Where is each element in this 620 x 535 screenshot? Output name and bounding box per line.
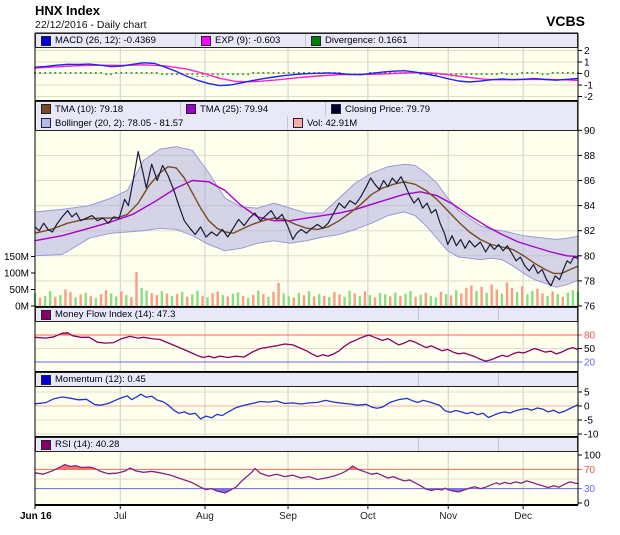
svg-text:2: 2 [584, 46, 590, 57]
svg-text:5: 5 [584, 388, 590, 399]
svg-text:90: 90 [584, 126, 596, 137]
x-axis: Jun 16 Jul Aug Sep Oct Nov Dec [20, 505, 532, 522]
svg-text:-5: -5 [584, 416, 593, 427]
macd-axis: 210-1-2 [578, 46, 593, 103]
rsi-swatch [41, 439, 51, 450]
mfi-axis: 80 50 20 [578, 331, 596, 369]
svg-text:Sep: Sep [279, 511, 297, 522]
svg-text:78: 78 [584, 276, 596, 287]
svg-text:88: 88 [584, 151, 596, 162]
svg-text:82: 82 [584, 226, 596, 237]
divergence-legend-label: Divergence: 0.1661 [325, 35, 408, 46]
svg-text:Jun 16: Jun 16 [20, 511, 52, 522]
mfi-legend-label: Money Flow Index (14): 47.3 [55, 309, 176, 320]
momentum-swatch [41, 374, 51, 385]
svg-text:76: 76 [584, 302, 596, 313]
closing-price-swatch [331, 104, 341, 114]
svg-text:150M: 150M [4, 252, 29, 263]
macd-legend: MACD (26, 12): -0.4369 EXP (9): -0.603 D… [35, 33, 578, 48]
volume-axis: 150M 100M 50M 0M [4, 252, 35, 313]
price-legend: TMA (10): 79.18 TMA (25): 79.94 Closing … [35, 101, 578, 131]
volume-legend-label: Vol: 42.91M [307, 117, 358, 129]
chart-canvas: 210-1-29088868482807876150M100M50M0M8050… [4, 32, 601, 522]
svg-text:100M: 100M [4, 269, 29, 280]
svg-text:0: 0 [584, 69, 590, 80]
svg-text:30: 30 [584, 484, 596, 495]
bollinger-swatch [41, 118, 51, 128]
divergence-swatch [311, 35, 321, 46]
svg-text:Aug: Aug [196, 511, 214, 522]
mfi-swatch [41, 309, 51, 320]
macd-legend-label: MACD (26, 12): -0.4369 [55, 35, 156, 46]
tma25-legend-label: TMA (25): 79.94 [200, 103, 269, 115]
tma10-legend-label: TMA (10): 79.18 [55, 103, 124, 115]
svg-text:0: 0 [584, 402, 590, 413]
price-axis: 90 88 86 84 82 80 78 76 [578, 126, 596, 313]
volume-swatch [293, 118, 303, 128]
svg-text:Nov: Nov [439, 511, 457, 522]
svg-text:Oct: Oct [360, 511, 376, 522]
momentum-legend: Momentum (12): 0.45 [35, 372, 578, 387]
svg-text:80: 80 [584, 331, 596, 342]
mfi-legend: Money Flow Index (14): 47.3 [35, 307, 578, 322]
svg-text:70: 70 [584, 465, 596, 476]
svg-text:-1: -1 [584, 81, 593, 92]
rsi-legend: RSI (14): 40.28 [35, 437, 578, 452]
momentum-axis: 5 0 -5 -10 [578, 388, 599, 441]
svg-text:86: 86 [584, 176, 596, 187]
svg-text:0: 0 [584, 499, 590, 510]
tma10-swatch [41, 104, 51, 114]
svg-text:80: 80 [584, 251, 596, 262]
svg-text:84: 84 [584, 201, 596, 212]
tma25-swatch [186, 104, 196, 114]
chart-window: HNX Index 22/12/2016 - Daily chart VCBS … [0, 0, 620, 535]
exp-swatch [201, 35, 211, 46]
svg-text:Jul: Jul [114, 511, 127, 522]
rsi-legend-label: RSI (14): 40.28 [55, 439, 120, 450]
svg-text:-2: -2 [584, 92, 593, 103]
bollinger-legend-label: Bollinger (20, 2): 78.05 - 81.57 [55, 117, 184, 129]
macd-swatch [41, 35, 51, 46]
svg-text:1: 1 [584, 58, 590, 69]
svg-text:-10: -10 [584, 430, 599, 441]
svg-text:100: 100 [584, 451, 601, 462]
svg-text:0M: 0M [15, 302, 29, 313]
closing-price-legend-label: Closing Price: 79.79 [345, 103, 431, 115]
svg-text:Dec: Dec [514, 511, 532, 522]
svg-text:50M: 50M [10, 285, 29, 296]
momentum-legend-label: Momentum (12): 0.45 [55, 374, 146, 385]
exp-legend-label: EXP (9): -0.603 [215, 35, 281, 46]
svg-text:50: 50 [584, 344, 596, 355]
rsi-axis: 100 70 30 0 [578, 451, 601, 510]
svg-text:20: 20 [584, 358, 596, 369]
